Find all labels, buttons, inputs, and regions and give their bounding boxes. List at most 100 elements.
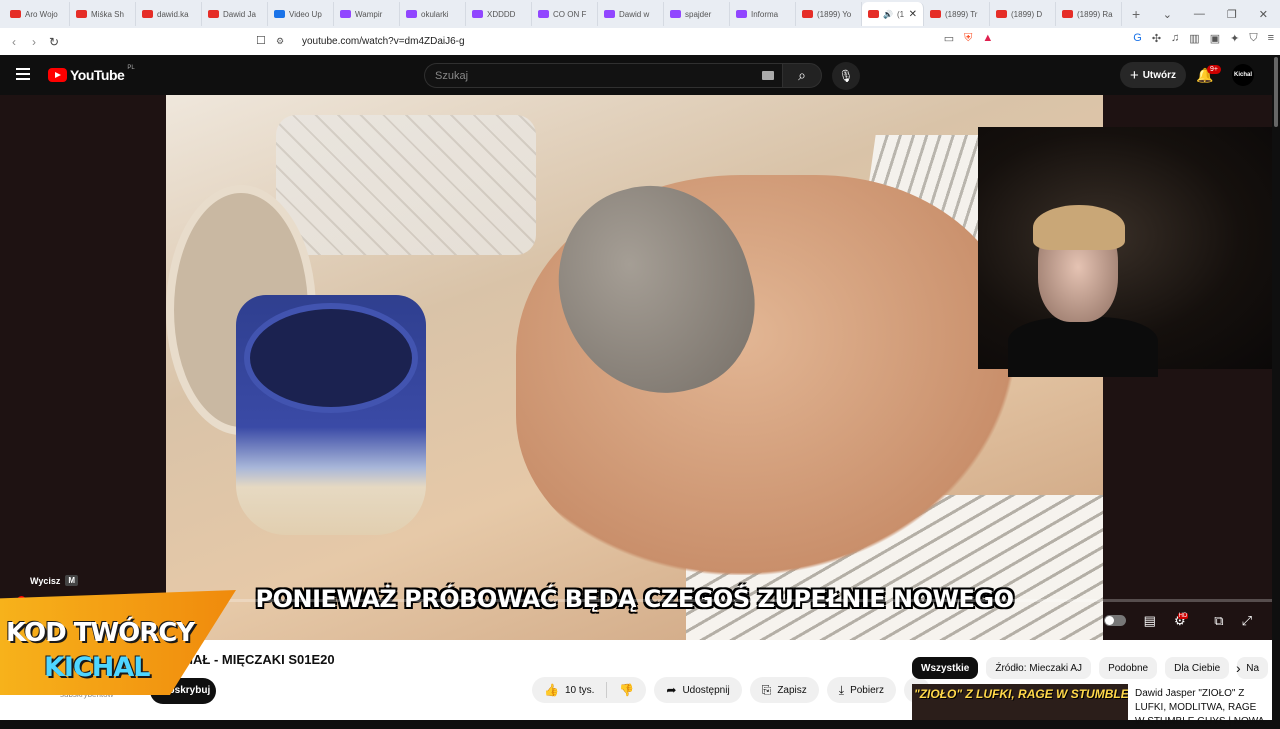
tab-favicon-icon [996,10,1007,18]
browser-tab[interactable]: dawid.ka [136,2,202,26]
tab-title: Video Up [289,9,322,19]
download-label: Pobierz [850,684,884,696]
tab-title: (1 [896,9,905,19]
close-tab-icon[interactable]: ✕ [909,9,917,20]
url-text: youtube.com/watch?v=dm4ZDaiJ6-g [302,36,465,47]
page-scrollbar[interactable] [1272,55,1280,720]
recommendation-title[interactable]: Dawid Jasper "ZIOŁO" Z LUFKI, MODLITWA, … [1135,687,1265,729]
hd-badge-icon: HD [1177,613,1189,619]
music-icon[interactable]: ♫ [1171,32,1179,45]
filter-chip[interactable]: Na [1237,657,1269,679]
webcam-shirt [1008,317,1158,377]
download-icon: ⤓ [838,682,845,697]
video-player[interactable]: PONIEWAŻ PRÓBOWAĆ BĘDĄ CZEGOŚ ZUPEŁNIE N… [0,95,1280,640]
fullscreen-icon[interactable]: ⤢ [1242,613,1252,629]
recommendation-thumbnail[interactable]: "ZIOŁO" Z LUFKI, RAGE W STUMBLE GUYS [912,684,1128,720]
forward-icon[interactable]: › [24,35,44,49]
webcam-hair [1033,205,1125,250]
tab-favicon-icon [868,10,879,18]
mute-tooltip-label: Wycisz [30,575,61,586]
browser-tab[interactable]: Miśka Sh [70,2,136,26]
brave-rewards-icon[interactable]: ▲ [982,32,993,45]
autoplay-toggle[interactable] [1103,615,1126,626]
tab-title: XDDDD [487,9,516,19]
url-field[interactable]: ⚙ youtube.com/watch?v=dm4ZDaiJ6-g [276,31,994,52]
create-label: Utwórz [1142,69,1177,81]
share-icon: ➦ [666,683,677,697]
translate-icon[interactable]: G [1133,32,1142,45]
new-tab-button[interactable]: + [1122,6,1150,22]
mute-key: M [65,575,79,586]
address-bar: ‹ › ↻ ☐ ⚙ youtube.com/watch?v=dm4ZDaiJ6-… [0,28,1280,55]
tab-favicon-icon [208,10,219,18]
save-label: Zapisz [777,684,807,696]
create-button[interactable]: + Utwórz [1120,62,1186,88]
browser-tab[interactable]: Wampir [334,2,400,26]
sidebar-icon[interactable]: ▥ [1189,32,1199,45]
maximize-icon[interactable]: ❐ [1227,8,1237,21]
browser-tab[interactable]: (1899) D [990,2,1056,26]
bookmark-save-icon: ⎘ [761,682,772,697]
browser-tab[interactable]: Dawid w [598,2,664,26]
filter-chip[interactable]: Wszystkie [912,657,979,679]
browser-tab[interactable]: (1899) Ra [1056,2,1122,26]
tab-title: Dawid Ja [223,9,256,19]
tab-title: dawid.ka [157,9,189,19]
menu-icon[interactable] [16,68,30,80]
tab-favicon-icon [604,10,615,18]
tab-favicon-icon [142,10,153,18]
leo-icon[interactable]: ✦ [1230,32,1239,45]
captions-icon[interactable]: ▤ [1144,613,1156,629]
menu-icon[interactable]: ≡ [1268,32,1274,45]
close-window-icon[interactable]: ✕ [1259,8,1268,21]
save-button[interactable]: ⎘ Zapisz [749,677,819,703]
browser-tab[interactable]: XDDDD [466,2,532,26]
vpn-icon[interactable]: ⛉ [1249,32,1257,45]
avatar[interactable]: Kichal [1232,64,1254,86]
extensions-toolbar: ▭ ⛨ ▲ G ✣ ♫ ▥ ▣ ✦ ⛉ ≡ [944,32,1274,45]
minimize-icon[interactable]: — [1194,8,1205,20]
chevron-right-icon[interactable]: › [1236,660,1241,676]
share-button[interactable]: ➦ Udostępnij [654,677,742,703]
webcam-overlay [978,127,1280,377]
search-button[interactable]: ⌕ [782,63,822,88]
browser-tab[interactable]: CO ON F [532,2,598,26]
wallet-icon[interactable]: ▣ [1210,32,1220,45]
youtube-logo[interactable]: YouTube PL [48,65,135,83]
browser-tab[interactable]: Dawid Ja [202,2,268,26]
settings-icon[interactable]: ⚙HD [1174,613,1196,629]
browser-tab[interactable]: Aro Wojo [4,2,70,26]
brave-shield-icon[interactable]: ⛨ [964,32,972,45]
filter-chip[interactable]: Dla Ciebie [1165,657,1230,679]
tab-title: Dawid w [619,9,650,19]
miniplayer-icon[interactable]: ⧉ [1214,613,1223,629]
browser-tab[interactable]: okularki [400,2,466,26]
filter-chip[interactable]: Podobne [1099,657,1158,679]
browser-tab[interactable]: (1899) Yo [796,2,862,26]
download-button[interactable]: ⤓ Pobierz [826,677,896,703]
browser-tab[interactable]: Video Up [268,2,334,26]
tab-search-icon[interactable]: ⌄ [1163,8,1172,21]
browser-tab[interactable]: spajder [664,2,730,26]
browser-tab[interactable]: 🔊 (1 ✕ [862,2,924,26]
browser-tab[interactable]: (1899) Tr [924,2,990,26]
filter-chip[interactable]: Źródło: Mieczaki AJ [986,657,1092,679]
audio-playing-icon[interactable]: 🔊 [883,10,893,19]
browser-tab[interactable]: Informa [730,2,796,26]
reload-icon[interactable]: ↻ [44,35,64,49]
bookmark-icon[interactable]: ☐ [256,34,266,47]
tab-title: CO ON F [553,9,587,19]
like-button[interactable]: 👍 10 tys. 👎 [532,677,647,703]
voice-search-button[interactable]: 🎙 [832,62,860,90]
keyboard-icon[interactable] [762,71,774,80]
scrollbar-thumb[interactable] [1274,57,1278,127]
region-code: PL [127,65,135,71]
search-input[interactable]: Szukaj [424,63,782,88]
extensions-icon[interactable]: ✣ [1152,32,1161,45]
tab-title: spajder [685,9,712,19]
site-info-icon[interactable]: ⚙ [276,36,290,47]
video-frame[interactable]: PONIEWAŻ PRÓBOWAĆ BĘDĄ CZEGOŚ ZUPEŁNIE N… [166,95,1103,640]
thumbs-down-icon[interactable]: 👎 [619,683,634,697]
cast-icon[interactable]: ▭ [944,32,954,45]
back-icon[interactable]: ‹ [4,35,24,49]
